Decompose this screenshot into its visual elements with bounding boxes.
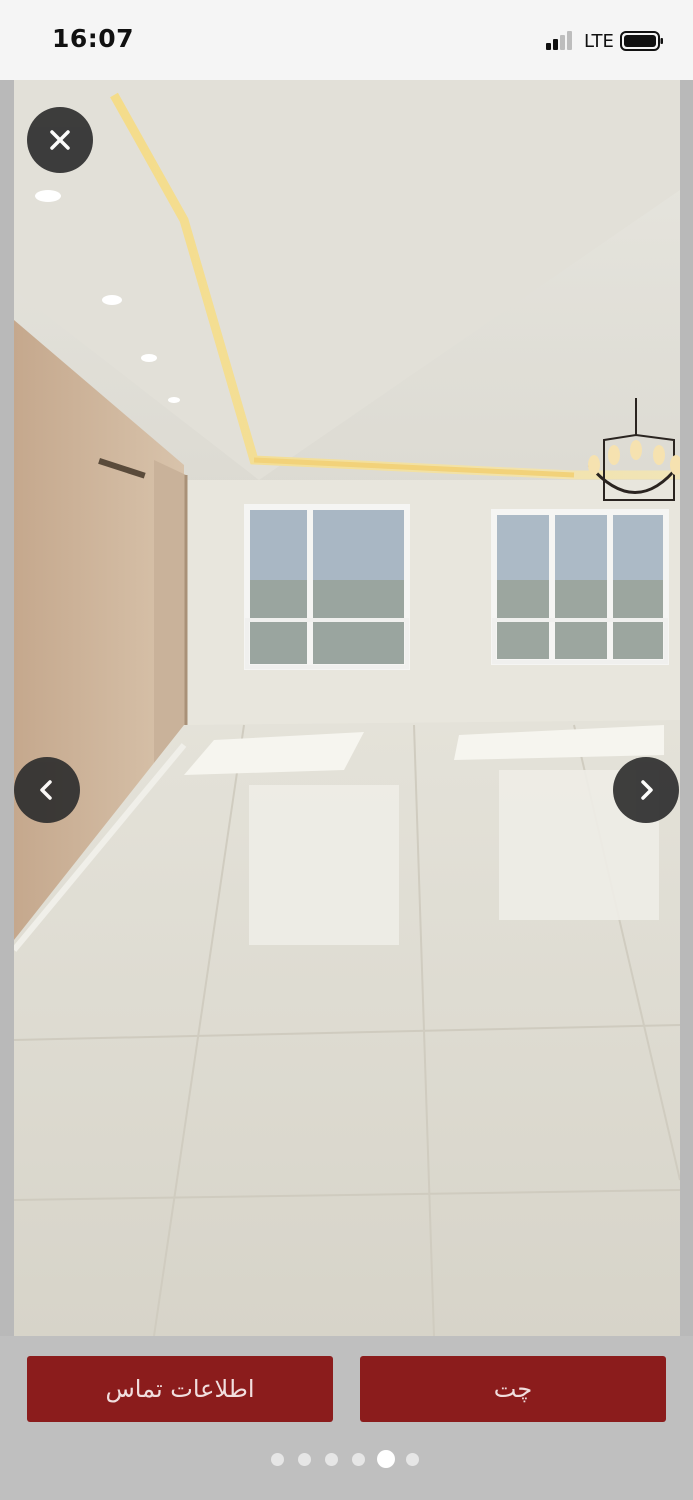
bottom-action-bar: اطلاعات تماس چت	[0, 1336, 693, 1500]
close-icon	[50, 130, 70, 150]
pagination-dot[interactable]	[271, 1453, 284, 1466]
status-time: 16:07	[52, 24, 135, 53]
pagination-dot[interactable]	[406, 1453, 419, 1466]
previous-photo-button[interactable]	[14, 757, 80, 823]
pagination-dot[interactable]	[298, 1453, 311, 1466]
pagination-dot[interactable]	[325, 1453, 338, 1466]
cellular-signal-icon	[546, 31, 572, 50]
chevron-left-icon	[40, 780, 52, 800]
next-photo-button[interactable]	[613, 757, 679, 823]
listing-photo[interactable]	[14, 80, 680, 1336]
photo-pagination	[0, 1449, 693, 1469]
contact-info-button[interactable]: اطلاعات تماس	[27, 1356, 333, 1422]
photo-viewer	[0, 80, 693, 1336]
chevron-right-icon	[641, 780, 653, 800]
battery-icon	[620, 31, 663, 51]
pagination-dot[interactable]	[376, 1450, 395, 1468]
status-bar: 16:07 LTE	[0, 0, 693, 80]
chat-button[interactable]: چت	[360, 1356, 666, 1422]
close-button[interactable]	[27, 107, 93, 173]
network-type: LTE	[584, 31, 614, 52]
pagination-dot[interactable]	[352, 1453, 365, 1466]
